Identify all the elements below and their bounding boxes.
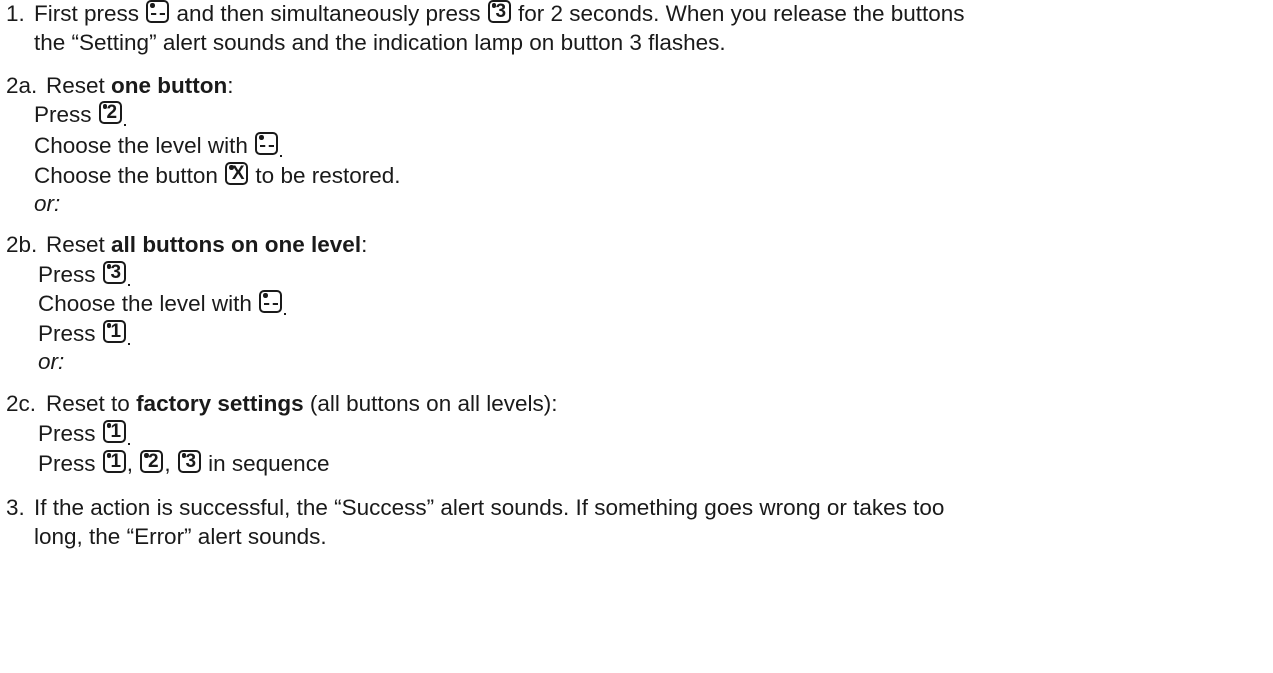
comma: , — [126, 451, 134, 476]
instruction-text: Press — [38, 321, 96, 346]
instruction-text: Press — [38, 451, 96, 476]
step-text: and then simultaneously press — [176, 1, 481, 26]
step-text: Reset — [46, 232, 105, 257]
step-2a-level: Choose the level with — [34, 132, 283, 160]
step-2c-press: Press 1 — [38, 420, 130, 448]
instruction-text: Choose the button — [34, 163, 218, 188]
button-3-key-icon: 3 — [487, 0, 511, 23]
step-number: 1. — [6, 1, 25, 26]
step-text: for 2 seconds. When you release the butt… — [518, 1, 965, 26]
colon: : — [227, 73, 234, 98]
step-text: First press — [34, 1, 140, 26]
or-label: or: — [34, 191, 61, 216]
step-2a-press: Press 2 — [34, 101, 126, 129]
comma: , — [164, 451, 171, 476]
instruction-text: Press — [34, 102, 92, 127]
button-2-key-icon: 2 — [140, 450, 164, 473]
button-3-key-icon: 3 — [102, 261, 130, 286]
step-emphasis: one button — [111, 73, 228, 98]
instruction-text: Choose the level with — [38, 291, 252, 316]
level-key-icon — [146, 0, 170, 23]
step-number: 2a. — [6, 73, 38, 98]
step-number: 3. — [6, 495, 25, 520]
step-2a-button: Choose the button X to be restored. — [34, 162, 401, 190]
button-1-key-icon: 1 — [102, 420, 130, 445]
button-1-key-icon: 1 — [102, 450, 126, 473]
button-3-key-icon: 3 — [177, 450, 201, 473]
step-1-line-2: the “Setting” alert sounds and the indic… — [34, 30, 726, 55]
step-text: Reset — [46, 73, 105, 98]
instruction-text: Press — [38, 421, 96, 446]
or-text: or: — [34, 190, 60, 218]
step-text: (all buttons on all levels): — [309, 391, 558, 416]
button-x-key-icon: X — [225, 162, 249, 185]
step-2b-press: Press 3 — [38, 261, 130, 289]
level-key-icon — [259, 290, 287, 315]
step-emphasis: all buttons on one level — [111, 232, 362, 257]
step-text: Reset to — [46, 391, 130, 416]
step-emphasis: factory settings — [136, 391, 304, 416]
colon: : — [361, 232, 368, 257]
or-text: or: — [38, 348, 64, 376]
instruction-text: to be restored. — [255, 163, 401, 188]
step-2b-level: Choose the level with — [38, 290, 287, 318]
step-text: If the action is successful, the “Succes… — [34, 495, 945, 520]
level-key-icon — [255, 132, 283, 157]
step-2b-press-1: Press 1 — [38, 320, 130, 348]
or-label: or: — [38, 349, 65, 374]
button-2-key-icon: 2 — [98, 101, 126, 126]
step-number: 2b. — [6, 232, 38, 257]
step-2c-sequence: Press 1, 2, 3 in sequence — [38, 450, 329, 478]
instruction-text: Choose the level with — [34, 133, 248, 158]
instruction-text: in sequence — [208, 451, 330, 476]
step-number: 2c. — [6, 391, 37, 416]
instruction-text: Press — [38, 262, 96, 287]
step-3-line-2: long, the “Error” alert sounds. — [34, 524, 327, 549]
button-1-key-icon: 1 — [102, 320, 130, 345]
